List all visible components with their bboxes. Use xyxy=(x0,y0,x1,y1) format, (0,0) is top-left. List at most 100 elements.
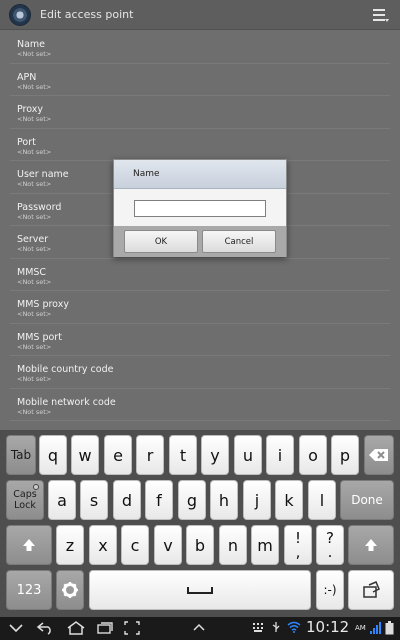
key-emoticon[interactable]: :-) xyxy=(316,570,344,610)
setting-label: APN xyxy=(17,71,37,83)
key-o[interactable]: o xyxy=(299,435,327,475)
back-icon[interactable] xyxy=(36,621,54,635)
ok-button[interactable]: OK xyxy=(124,230,198,253)
key-j[interactable]: j xyxy=(243,480,271,520)
shift-icon xyxy=(23,539,35,551)
key-caps-lock[interactable]: Caps Lock xyxy=(6,480,44,520)
key-l[interactable]: l xyxy=(308,480,336,520)
space-icon xyxy=(187,587,213,594)
lock-label: Lock xyxy=(14,500,36,511)
name-input[interactable] xyxy=(134,200,266,217)
home-icon[interactable] xyxy=(66,621,86,635)
usb-icon xyxy=(272,622,280,632)
key-period-label: . xyxy=(327,543,333,561)
on-screen-keyboard: Tab q w e r t y u i o p Caps Lock a s d … xyxy=(0,430,400,617)
clock-ampm: AM xyxy=(355,624,366,632)
page-title: Edit access point xyxy=(40,8,134,21)
key-t[interactable]: t xyxy=(169,435,197,475)
setting-label: Name xyxy=(17,39,46,50)
key-b[interactable]: b xyxy=(186,525,214,565)
key-g[interactable]: g xyxy=(178,480,206,520)
setting-value: <Not set> xyxy=(17,342,52,351)
caps-label: Caps xyxy=(13,489,37,500)
recent-apps-icon[interactable] xyxy=(96,621,114,635)
setting-mms-proxy[interactable]: MMS proxy <Not set> xyxy=(10,291,390,324)
setting-name[interactable]: Name <Not set> xyxy=(10,31,390,64)
screenshot-icon[interactable] xyxy=(124,621,140,635)
setting-port[interactable]: Port <Not set> xyxy=(10,129,390,161)
key-h[interactable]: h xyxy=(210,480,238,520)
dialog-body xyxy=(114,189,286,226)
clipboard-icon xyxy=(363,581,380,598)
setting-mms-port[interactable]: MMS port <Not set> xyxy=(10,324,390,356)
key-i[interactable]: i xyxy=(266,435,294,475)
hide-keyboard-icon[interactable] xyxy=(8,621,24,635)
key-comma-label: , xyxy=(295,543,301,561)
key-p[interactable]: p xyxy=(331,435,359,475)
backspace-icon xyxy=(369,449,388,461)
setting-label: Proxy xyxy=(17,104,44,115)
key-k[interactable]: k xyxy=(275,480,303,520)
setting-value: <Not set> xyxy=(17,147,52,156)
setting-label: Mobile network code xyxy=(17,396,116,408)
settings-app-icon xyxy=(9,3,31,26)
setting-label: MMS proxy xyxy=(17,299,69,310)
key-z[interactable]: z xyxy=(56,525,84,565)
setting-value: <Not set> xyxy=(17,310,52,318)
chevron-up-icon[interactable] xyxy=(192,621,206,635)
caps-indicator-icon xyxy=(33,484,39,490)
key-u[interactable]: u xyxy=(234,435,262,475)
key-tab[interactable]: Tab xyxy=(6,435,36,475)
key-r[interactable]: r xyxy=(136,435,164,475)
setting-label: Mobile country code xyxy=(17,364,114,375)
signal-icon xyxy=(370,622,381,634)
key-a[interactable]: a xyxy=(48,480,76,520)
key-space[interactable] xyxy=(89,570,311,610)
menu-icon[interactable] xyxy=(372,6,390,24)
setting-value: <Not set> xyxy=(17,375,52,383)
clock-time: 10:12 xyxy=(306,618,350,636)
setting-mmsc[interactable]: MMSC <Not set> xyxy=(10,259,390,291)
key-e[interactable]: e xyxy=(104,435,132,475)
key-settings[interactable] xyxy=(56,570,84,610)
setting-mobile-country-code[interactable]: Mobile country code <Not set> xyxy=(10,356,390,389)
key-shift-right[interactable] xyxy=(348,525,394,565)
key-question-period[interactable]: ? . xyxy=(316,525,344,565)
key-q[interactable]: q xyxy=(39,435,67,475)
key-123[interactable]: 123 xyxy=(6,570,52,610)
key-w[interactable]: w xyxy=(71,435,99,475)
setting-value: <Not set> xyxy=(17,115,52,123)
key-c[interactable]: c xyxy=(121,525,149,565)
setting-apn[interactable]: APN <Not set> xyxy=(10,64,390,96)
key-d[interactable]: d xyxy=(113,480,141,520)
key-backspace[interactable] xyxy=(364,435,394,475)
wifi-icon xyxy=(287,621,301,633)
key-m[interactable]: m xyxy=(251,525,279,565)
shift-icon xyxy=(365,539,377,551)
key-clipboard[interactable] xyxy=(348,570,394,610)
action-bar: Edit access point xyxy=(0,0,400,30)
key-x[interactable]: x xyxy=(89,525,117,565)
key-v[interactable]: v xyxy=(154,525,182,565)
key-done[interactable]: Done xyxy=(340,480,394,520)
gear-icon xyxy=(62,582,78,598)
key-shift-left[interactable] xyxy=(6,525,52,565)
name-dialog: Name OK Cancel xyxy=(113,159,287,257)
dialog-title: Name xyxy=(114,160,286,189)
key-f[interactable]: f xyxy=(145,480,173,520)
setting-proxy[interactable]: Proxy <Not set> xyxy=(10,96,390,129)
setting-mobile-network-code[interactable]: Mobile network code <Not set> xyxy=(10,389,390,421)
setting-value: <Not set> xyxy=(17,407,52,416)
battery-icon xyxy=(385,621,394,635)
key-exclaim-comma[interactable]: ! , xyxy=(284,525,312,565)
setting-label: Port xyxy=(17,136,36,148)
keyboard-status-icon xyxy=(253,623,263,632)
setting-label: MMS port xyxy=(17,331,62,343)
key-s[interactable]: s xyxy=(80,480,108,520)
key-y[interactable]: y xyxy=(201,435,229,475)
dialog-button-bar: OK Cancel xyxy=(114,226,286,257)
cancel-button[interactable]: Cancel xyxy=(202,230,276,253)
setting-label: MMSC xyxy=(17,266,47,278)
setting-value: <Not set> xyxy=(17,50,52,58)
key-n[interactable]: n xyxy=(219,525,247,565)
